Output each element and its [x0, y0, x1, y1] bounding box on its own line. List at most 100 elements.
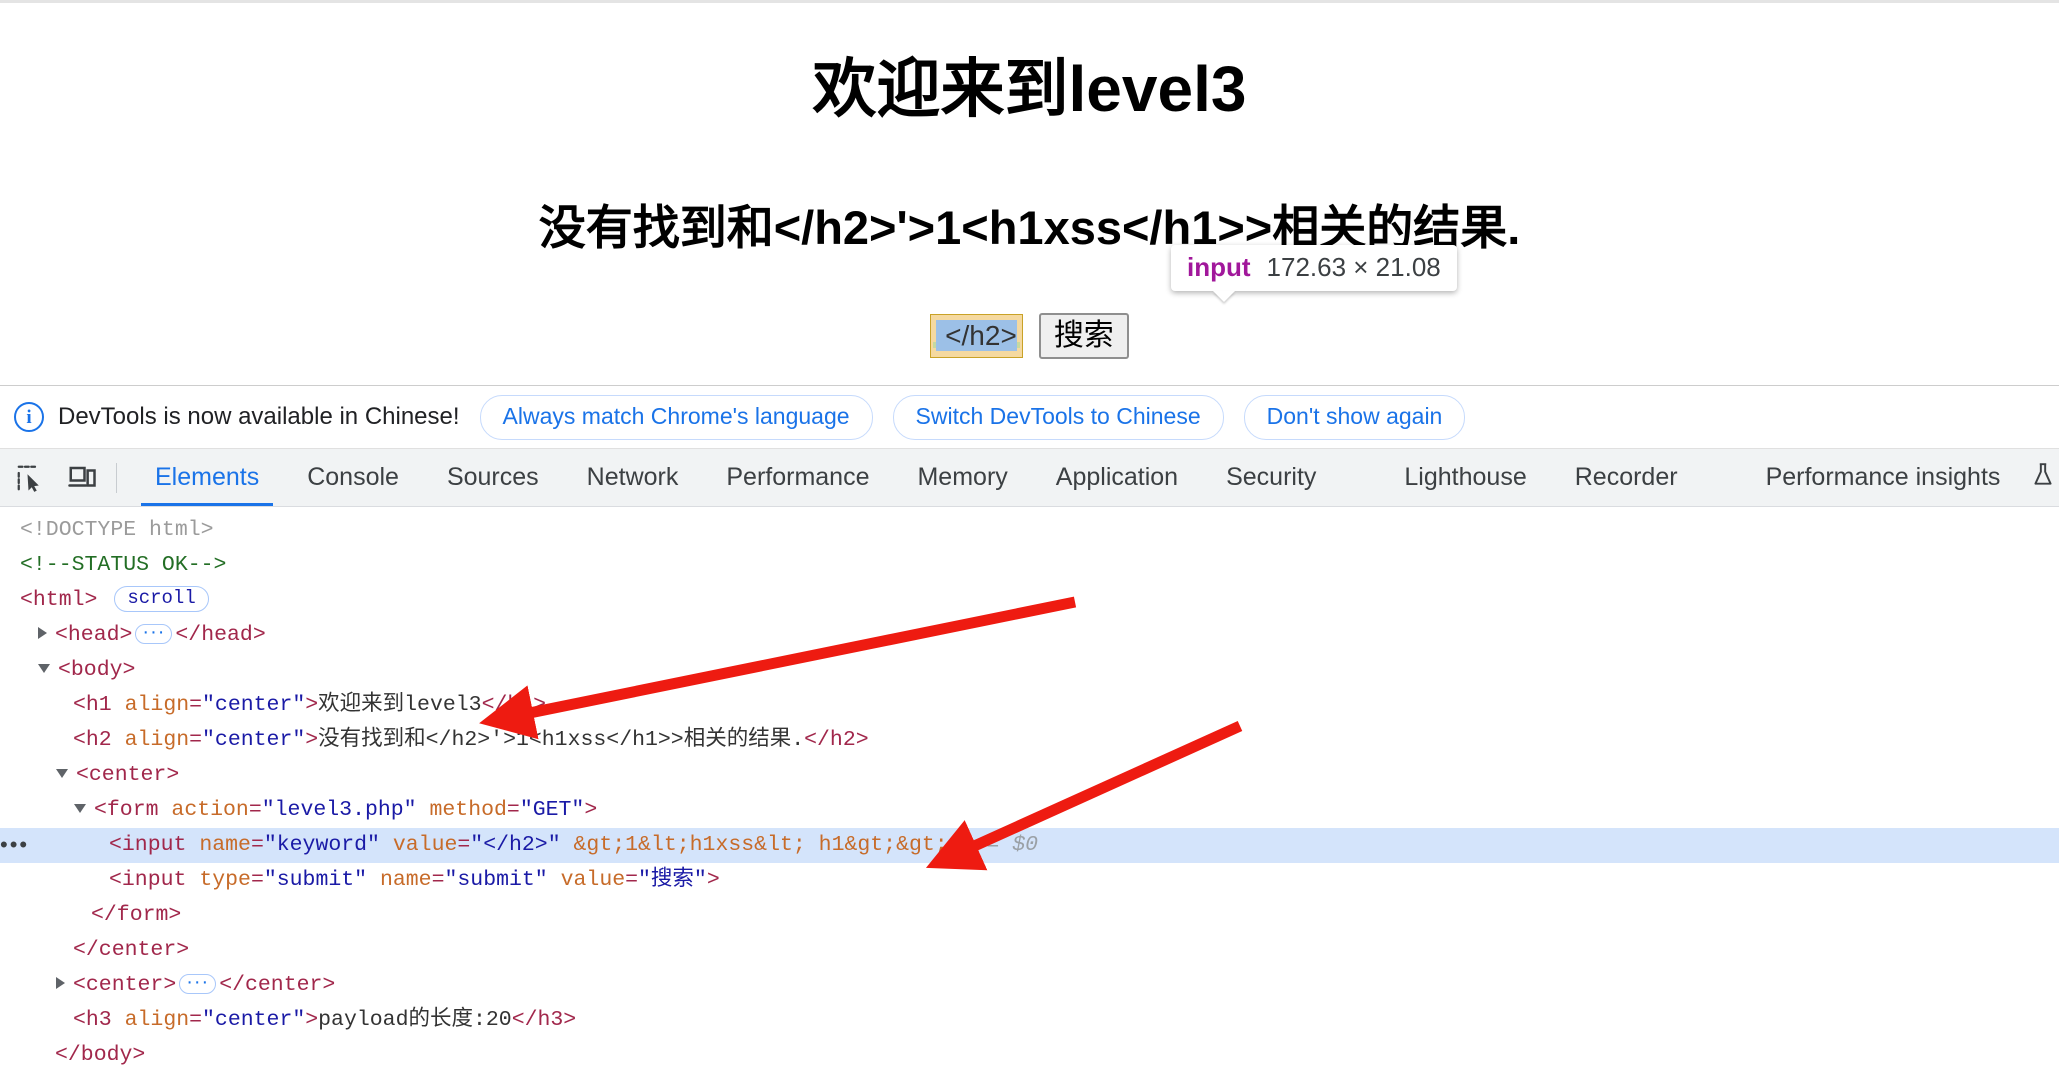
dom-row-h2[interactable]: <h2 align="center">没有找到和</h2>'>1<h1xss</… [0, 723, 2059, 758]
twisty-expanded-icon[interactable] [38, 664, 50, 673]
dom-row-selected-input[interactable]: ••• <input name="keyword" value="</h2>" … [0, 828, 2059, 863]
head-open-tag: <head> [55, 623, 133, 647]
form-close-tag: </form> [91, 903, 182, 927]
tab-security[interactable]: Security [1202, 449, 1340, 506]
scroll-badge[interactable]: scroll [114, 586, 209, 612]
h2-open: <h2 [73, 728, 125, 752]
tab-elements[interactable]: Elements [131, 449, 283, 506]
twisty-collapsed-icon[interactable] [56, 977, 65, 989]
eq: = [625, 868, 639, 892]
dom-row-center2[interactable]: <center> ··· </center> [0, 968, 2059, 1003]
html-open-tag: <html> [20, 588, 98, 612]
h3-text: payload的长度:20 [318, 1008, 512, 1032]
tab-memory[interactable]: Memory [893, 449, 1031, 506]
dom-row-form-close[interactable]: </form> [0, 898, 2059, 933]
search-submit-button[interactable]: 搜索 [1038, 313, 1129, 360]
flask-icon [2030, 462, 2056, 493]
dom-row-center-close[interactable]: </center> [0, 933, 2059, 968]
devtools-language-notice: i DevTools is now available in Chinese! … [0, 386, 2059, 449]
tab-lighthouse[interactable]: Lighthouse [1380, 449, 1550, 506]
devtools-panel: i DevTools is now available in Chinese! … [0, 385, 2059, 1081]
row-overflow-dots[interactable]: ••• [0, 834, 29, 856]
input-gt: > [960, 833, 974, 857]
form-attr-method: method [429, 798, 507, 822]
submit-attr-value: value [560, 868, 626, 892]
eq: = [248, 798, 262, 822]
ellipsis-badge[interactable]: ··· [135, 622, 173, 644]
h3-attr-name: align [124, 1008, 190, 1032]
selected-node-marker: == $0 [973, 833, 1039, 857]
h2-attr-value: "center" [202, 728, 306, 752]
inspector-tooltip-tagname: input [1187, 252, 1251, 282]
tab-recorder[interactable]: Recorder [1551, 449, 1702, 506]
device-toolbar-icon[interactable] [60, 456, 104, 500]
h3-eq: = [189, 1008, 203, 1032]
twisty-expanded-icon[interactable] [56, 769, 68, 778]
dom-row-form-open[interactable]: <form action="level3.php" method="GET"> [0, 793, 2059, 828]
submit-value-value: "搜索" [638, 868, 707, 892]
inspector-tooltip: input 172.63 × 21.08 [1171, 245, 1457, 291]
h3-close: </h3> [511, 1008, 577, 1032]
inspect-element-icon[interactable] [8, 456, 52, 500]
comment-text: <!--STATUS OK--> [20, 553, 227, 577]
tab-performance-insights[interactable]: Performance insights [1742, 449, 2025, 506]
form-gt: > [584, 798, 598, 822]
h1-gt: > [305, 693, 319, 717]
body-close-tag: </body> [55, 1043, 146, 1067]
h1-close: </h1> [481, 693, 547, 717]
input-name-value: "keyword" [263, 833, 380, 857]
twisty-collapsed-icon[interactable] [38, 627, 47, 639]
dom-row-html[interactable]: <html> scroll [0, 583, 2059, 618]
submit-open: <input [109, 868, 200, 892]
eq: = [506, 798, 520, 822]
info-icon: i [14, 402, 44, 432]
dom-row-h3[interactable]: <h3 align="center">payload的长度:20</h3> [0, 1003, 2059, 1038]
tab-performance[interactable]: Performance [702, 449, 893, 506]
web-page-viewport: 欢迎来到level3 没有找到和</h2>'>1<h1xss</h1>>相关的结… [0, 0, 2059, 385]
eq: = [457, 833, 471, 857]
ellipsis-badge[interactable]: ··· [179, 972, 217, 994]
twisty-expanded-icon[interactable] [74, 804, 86, 813]
h2-close: </h2> [804, 728, 869, 752]
submit-attr-name: name [379, 868, 432, 892]
dont-show-again-button[interactable]: Don't show again [1243, 394, 1466, 440]
keyword-input[interactable]: </h2> [936, 320, 1017, 352]
dom-row-input-submit[interactable]: <input type="submit" name="submit" value… [0, 863, 2059, 898]
head-close-tag: </head> [175, 623, 266, 647]
inspector-tooltip-dimensions: 172.63 × 21.08 [1266, 252, 1441, 282]
notice-message: DevTools is now available in Chinese! [58, 403, 460, 430]
switch-devtools-language-button[interactable]: Switch DevTools to Chinese [892, 394, 1224, 440]
form-action-value: "level3.php" [261, 798, 417, 822]
form-method-value: "GET" [519, 798, 585, 822]
dom-tree[interactable]: <!DOCTYPE html> <!--STATUS OK--> <html> … [0, 507, 2059, 1081]
keyword-input-highlight: </h2> [930, 314, 1023, 359]
form-open: <form [94, 798, 172, 822]
keyword-input-padding-box: </h2> [933, 320, 1020, 352]
dom-row-doctype[interactable]: <!DOCTYPE html> [0, 513, 2059, 548]
body-open-tag: <body> [58, 658, 136, 682]
dom-row-center-open[interactable]: <center> [0, 758, 2059, 793]
dom-row-body-close[interactable]: </body> [0, 1038, 2059, 1073]
form-attr-action: action [171, 798, 249, 822]
dom-row-body-open[interactable]: <body> [0, 653, 2059, 688]
search-form: </h2> 搜索 [0, 313, 2059, 360]
tab-console[interactable]: Console [283, 449, 423, 506]
h2-attr-name: align [124, 728, 190, 752]
tab-network[interactable]: Network [563, 449, 703, 506]
dom-row-h1[interactable]: <h1 align="center">欢迎来到level3</h1> [0, 688, 2059, 723]
eq: = [250, 833, 264, 857]
h3-open: <h3 [73, 1008, 125, 1032]
page-title-h1: 欢迎来到level3 [812, 53, 1247, 125]
tab-application[interactable]: Application [1032, 449, 1202, 506]
input-value-value: "</h2>" [470, 833, 561, 857]
h2-eq: = [189, 728, 203, 752]
dom-row-comment[interactable]: <!--STATUS OK--> [0, 548, 2059, 583]
center2-open-tag: <center> [73, 973, 177, 997]
devtools-tabbar: Elements Console Sources Network Perform… [0, 449, 2059, 507]
dom-row-head[interactable]: <head> ··· </head> [0, 618, 2059, 653]
always-match-language-button[interactable]: Always match Chrome's language [479, 394, 873, 440]
tab-sources[interactable]: Sources [423, 449, 563, 506]
